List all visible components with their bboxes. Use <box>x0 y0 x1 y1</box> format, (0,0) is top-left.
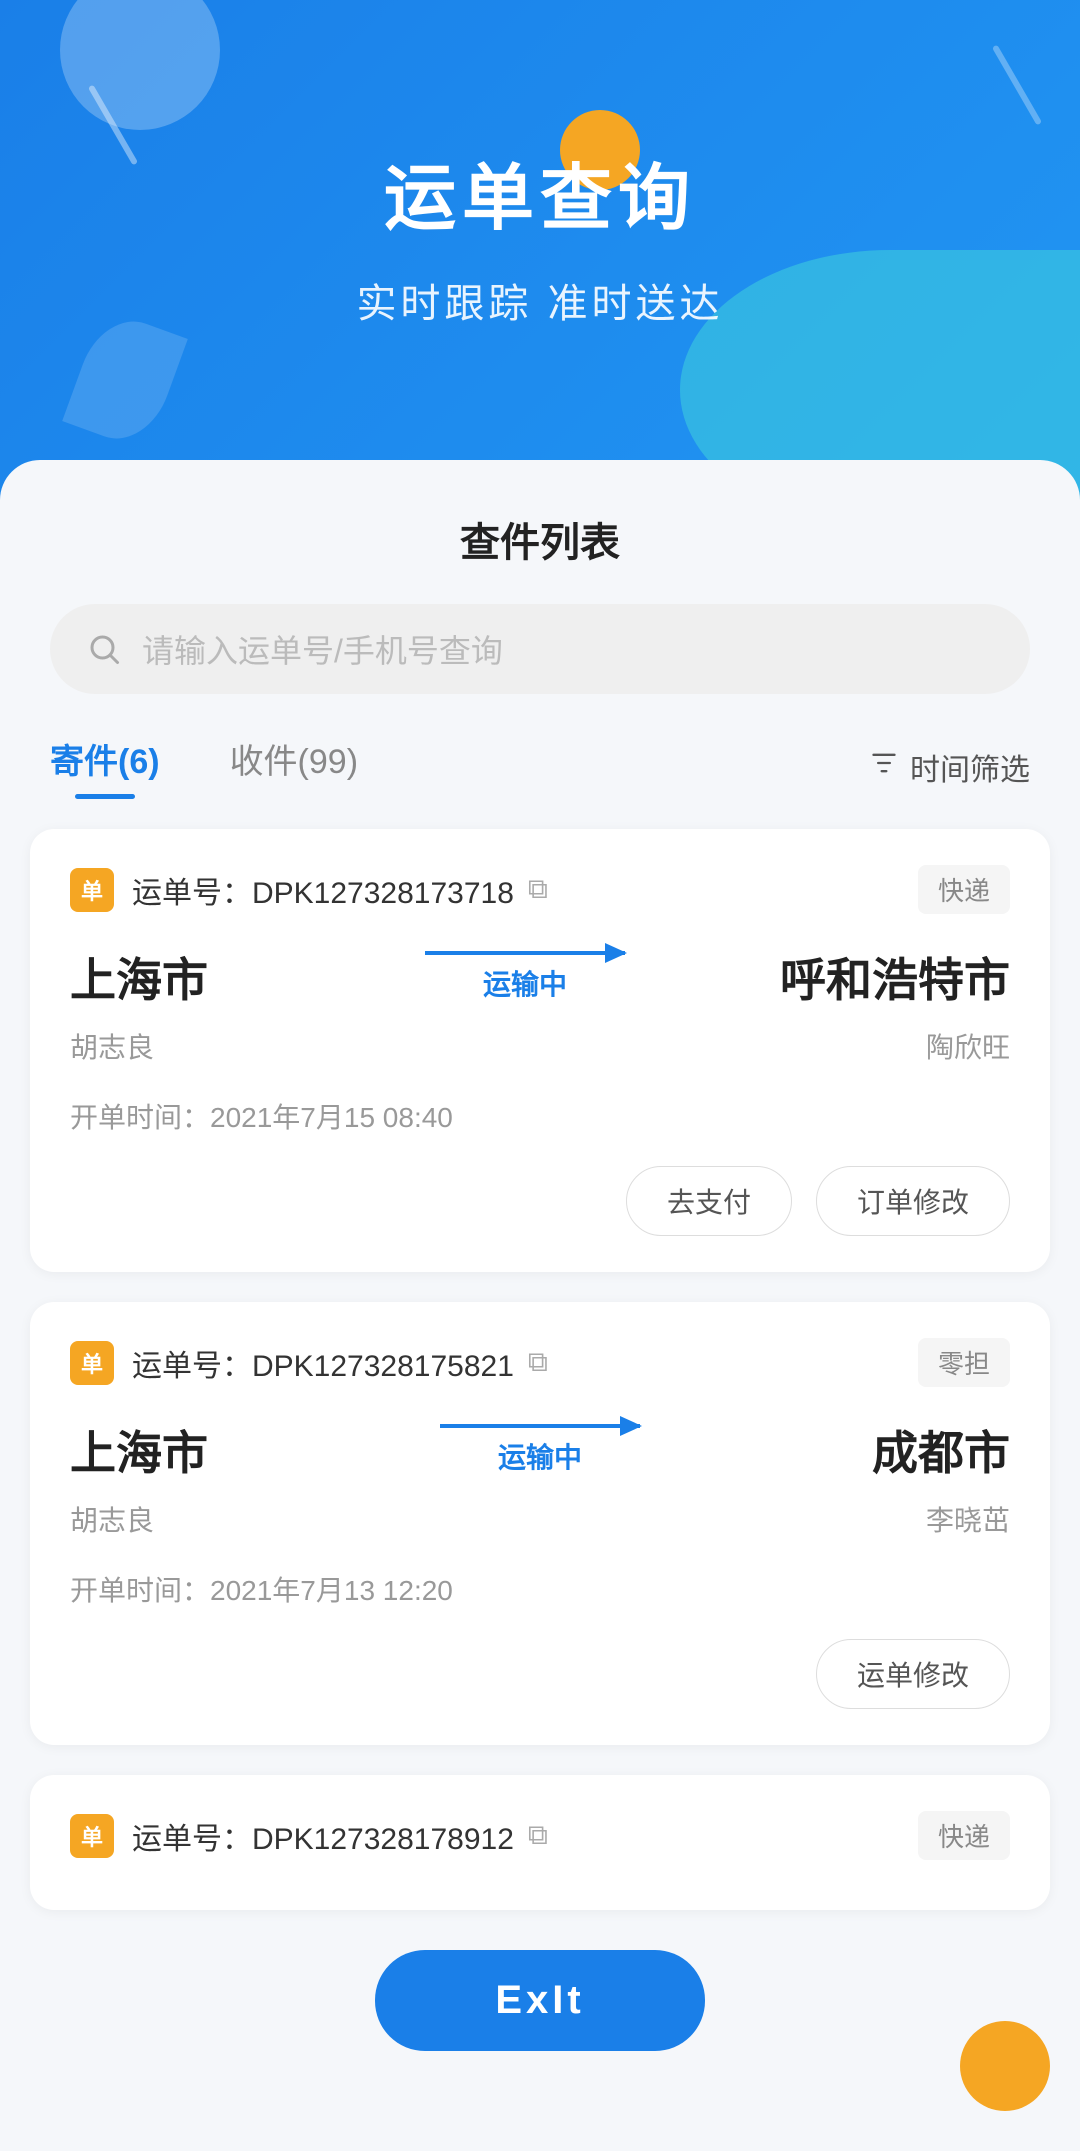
order-actions-1: 去支付 订单修改 <box>70 1166 1010 1236</box>
search-icon <box>86 631 122 667</box>
hero-subtitle: 实时跟踪 准时送达 <box>0 271 1080 329</box>
order-type-badge-2: 零担 <box>918 1338 1010 1387</box>
to-city-2: 成都市 <box>810 1417 1010 1483</box>
order-header-2: 单 运单号：DPK127328175821 ⧉ 零担 <box>70 1338 1010 1387</box>
tabs-row: 寄件(6) 收件(99) 时间筛选 <box>0 734 1080 799</box>
order-icon-3: 单 <box>70 1814 114 1858</box>
from-name-2: 胡志良 <box>70 1499 154 1539</box>
action-btn-modify-2[interactable]: 运单修改 <box>816 1639 1010 1709</box>
copy-icon-3[interactable]: ⧉ <box>528 1819 548 1852</box>
route-names-1: 胡志良 陶欣旺 <box>70 1026 1010 1066</box>
tab-sent[interactable]: 寄件(6) <box>50 734 160 799</box>
filter-label: 时间筛选 <box>910 745 1030 789</box>
card-title: 查件列表 <box>0 460 1080 604</box>
to-name-1: 陶欣旺 <box>926 1026 1010 1066</box>
action-btn-modify-1[interactable]: 订单修改 <box>816 1166 1010 1236</box>
to-city-1: 呼和浩特市 <box>780 944 1010 1010</box>
search-bar[interactable]: 请输入运单号/手机号查询 <box>50 604 1030 694</box>
filter-icon <box>870 749 898 784</box>
order-number-label-2: 运单号：DPK127328175821 <box>132 1341 514 1385</box>
order-number-label-3: 运单号：DPK127328178912 <box>132 1814 514 1858</box>
order-type-badge-1: 快递 <box>918 865 1010 914</box>
route-arrow-2: 运输中 <box>440 1424 640 1476</box>
arrow-track-1 <box>425 951 625 955</box>
tab-received[interactable]: 收件(99) <box>230 734 358 799</box>
arrow-line-1 <box>425 951 625 955</box>
route-status-2: 运输中 <box>498 1436 582 1476</box>
hero-section: 运单查询 实时跟踪 准时送达 <box>0 0 1080 520</box>
hero-title: 运单查询 <box>0 160 1080 239</box>
search-placeholder: 请输入运单号/手机号查询 <box>142 626 503 672</box>
arrow-track-2 <box>440 1424 640 1428</box>
arrow-line-2 <box>440 1424 640 1428</box>
order-route-2: 上海市 运输中 成都市 <box>70 1417 1010 1483</box>
order-card-2: 单 运单号：DPK127328175821 ⧉ 零担 上海市 运输中 成都市 胡… <box>30 1302 1050 1745</box>
route-status-1: 运输中 <box>483 963 567 1003</box>
order-type-badge-3: 快递 <box>918 1811 1010 1860</box>
action-btn-pay-1[interactable]: 去支付 <box>626 1166 792 1236</box>
order-time-1: 开单时间：2021年7月15 08:40 <box>70 1096 1010 1136</box>
order-number-label-1: 运单号：DPK127328173718 <box>132 868 514 912</box>
from-name-1: 胡志良 <box>70 1026 154 1066</box>
order-icon-1: 单 <box>70 868 114 912</box>
order-header-3: 单 运单号：DPK127328178912 ⧉ 快递 <box>70 1811 1010 1860</box>
bottom-gold-dot-decoration <box>960 2021 1050 2111</box>
route-names-2: 胡志良 李晓茁 <box>70 1499 1010 1539</box>
order-header-1: 单 运单号：DPK127328173718 ⧉ 快递 <box>70 865 1010 914</box>
time-filter[interactable]: 时间筛选 <box>870 745 1030 789</box>
order-card-3: 单 运单号：DPK127328178912 ⧉ 快递 <box>30 1775 1050 1910</box>
order-icon-2: 单 <box>70 1341 114 1385</box>
from-city-1: 上海市 <box>70 944 270 1010</box>
copy-icon-2[interactable]: ⧉ <box>528 1346 548 1379</box>
main-card: 查件列表 请输入运单号/手机号查询 寄件(6) 收件(99) 时间筛选 单 <box>0 460 1080 2151</box>
order-route-1: 上海市 运输中 呼和浩特市 <box>70 944 1010 1010</box>
order-actions-2: 运单修改 <box>70 1639 1010 1709</box>
to-name-2: 李晓茁 <box>926 1499 1010 1539</box>
exit-button[interactable]: ExIt <box>375 1950 704 2051</box>
copy-icon-1[interactable]: ⧉ <box>528 873 548 906</box>
order-time-2: 开单时间：2021年7月13 12:20 <box>70 1569 1010 1609</box>
from-city-2: 上海市 <box>70 1417 270 1483</box>
hero-content: 运单查询 实时跟踪 准时送达 <box>0 0 1080 329</box>
order-card-1: 单 运单号：DPK127328173718 ⧉ 快递 上海市 运输中 呼和浩特市… <box>30 829 1050 1272</box>
route-arrow-1: 运输中 <box>425 951 625 1003</box>
hero-leaf-decoration <box>62 308 188 452</box>
